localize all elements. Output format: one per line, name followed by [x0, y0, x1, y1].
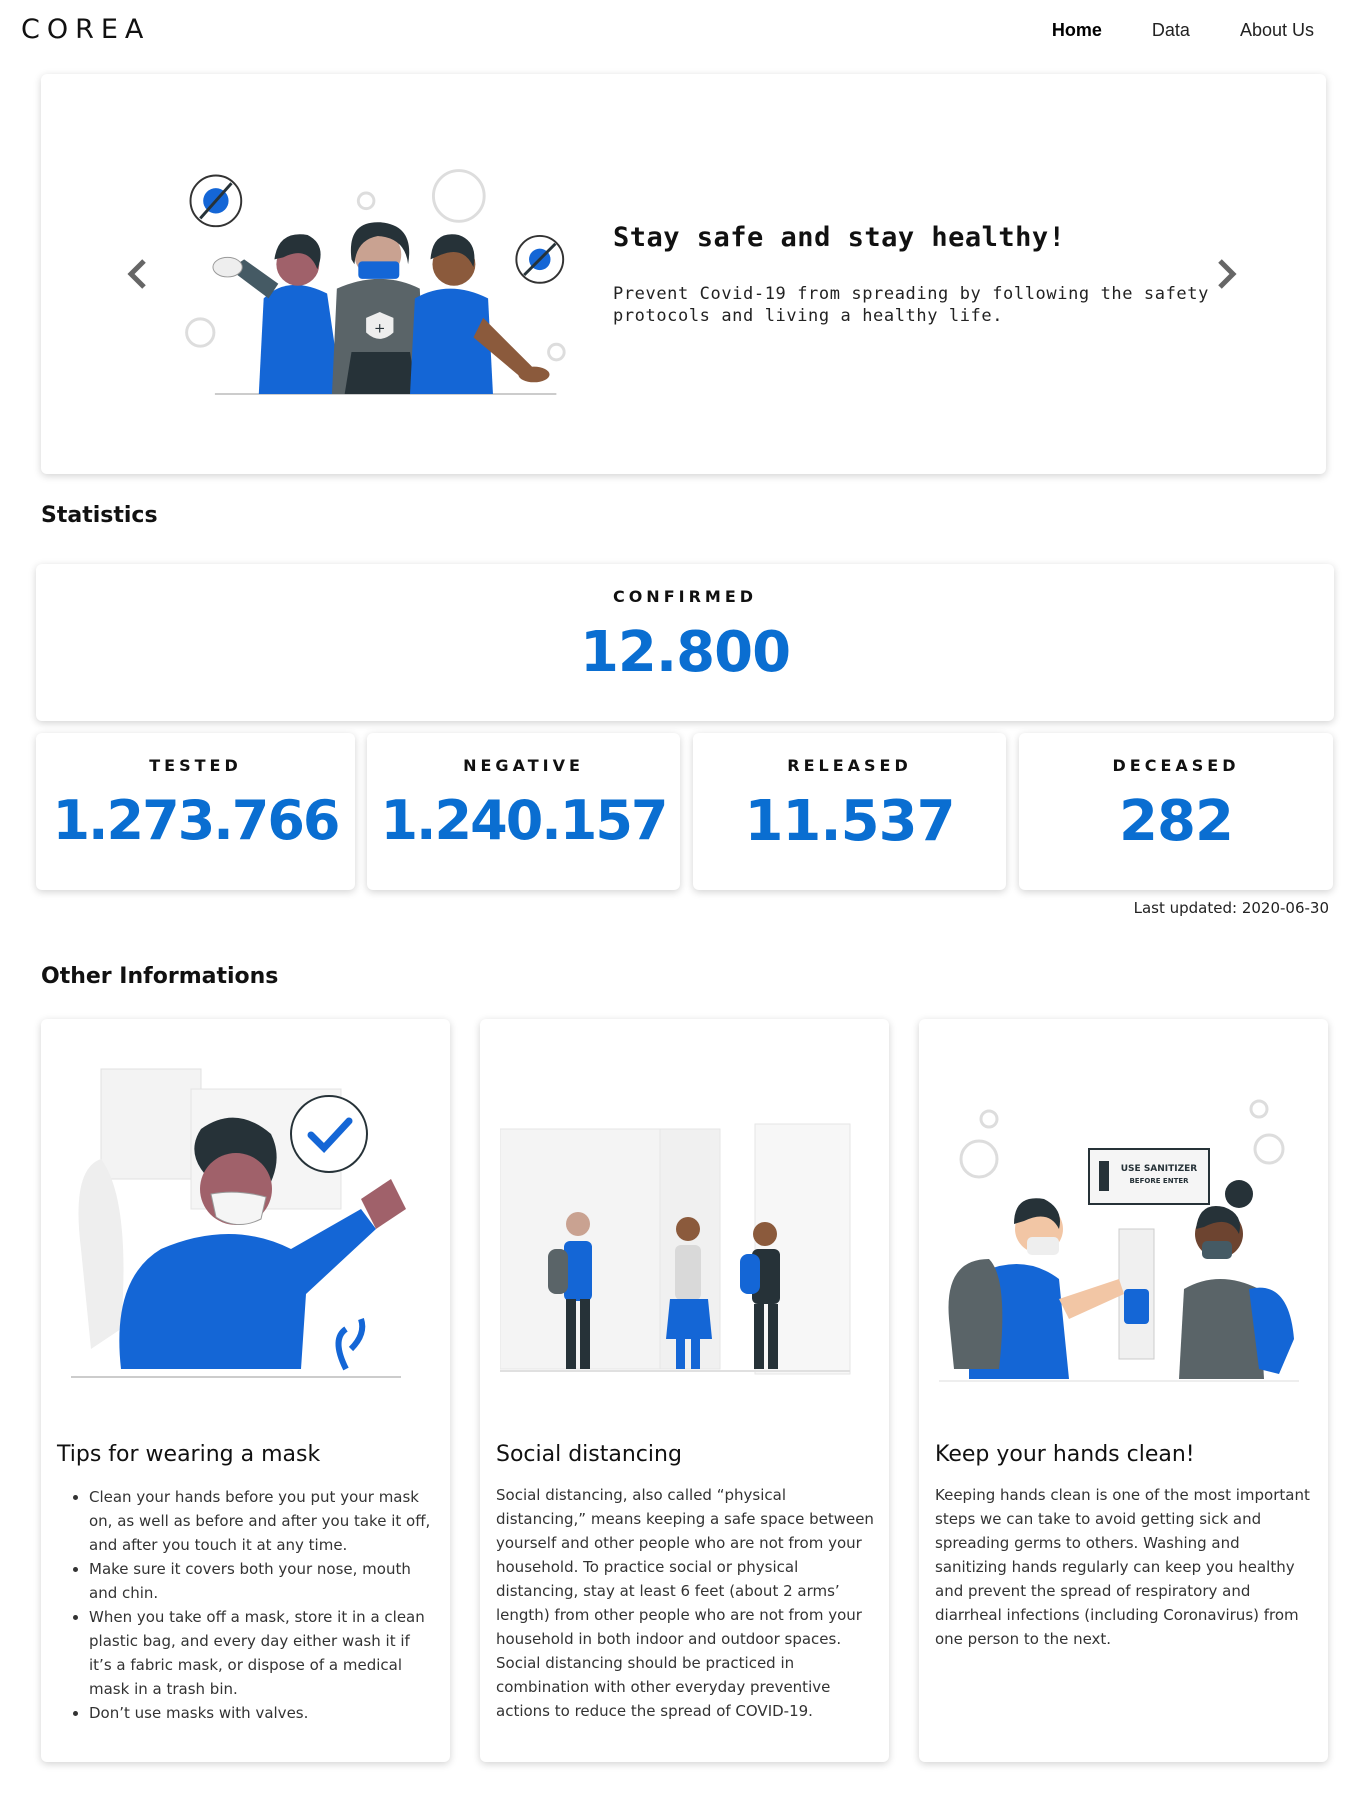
- site-logo[interactable]: COREA: [21, 14, 150, 45]
- tested-label: TESTED: [149, 756, 242, 775]
- deceased-label: DECEASED: [1112, 756, 1240, 775]
- negative-label: NEGATIVE: [463, 756, 584, 775]
- mask-tips-title: Tips for wearing a mask: [57, 1442, 321, 1467]
- site-header: COREA Home Data About Us: [0, 0, 1366, 62]
- released-card: RELEASED 11.537: [693, 733, 1006, 890]
- svg-text:+: +: [374, 321, 385, 337]
- social-distancing-card: Social distancing Social distancing, als…: [480, 1019, 889, 1762]
- hero-carousel: + Stay safe and stay healthy! Prevent Co…: [41, 74, 1326, 474]
- mask-tips-list: Clean your hands before you put your mas…: [73, 1485, 435, 1725]
- mask-illustration: [71, 1068, 406, 1378]
- other-info-heading: Other Informations: [41, 964, 279, 989]
- hand-hygiene-illustration: USE SANITIZER BEFORE ENTER: [939, 1099, 1299, 1382]
- hero-illustration: +: [185, 169, 566, 395]
- hero-title: Stay safe and stay healthy!: [613, 222, 1066, 253]
- mask-tips-card: Tips for wearing a mask Clean your hands…: [41, 1019, 450, 1762]
- deceased-card: DECEASED 282: [1019, 733, 1333, 890]
- social-distancing-text: Social distancing, also called “physical…: [496, 1486, 874, 1720]
- main-nav: Home Data About Us: [1052, 20, 1366, 41]
- confirmed-value: 12.800: [579, 620, 791, 685]
- carousel-next-icon[interactable]: [1216, 258, 1238, 290]
- tested-value: 1.273.766: [52, 789, 340, 852]
- list-item: Make sure it covers both your nose, mout…: [89, 1557, 435, 1605]
- hand-hygiene-title: Keep your hands clean!: [935, 1442, 1195, 1467]
- hand-hygiene-card: USE SANITIZER BEFORE ENTER Keep your hand…: [919, 1019, 1328, 1762]
- social-distancing-title: Social distancing: [496, 1442, 682, 1467]
- hero-text: Prevent Covid-19 from spreading by follo…: [613, 284, 1209, 326]
- carousel-prev-icon[interactable]: [126, 258, 148, 290]
- list-item: Don’t use masks with valves.: [89, 1701, 435, 1725]
- tested-card: TESTED 1.273.766: [36, 733, 355, 890]
- list-item: Clean your hands before you put your mas…: [89, 1485, 435, 1557]
- negative-value: 1.240.157: [380, 789, 668, 852]
- last-updated-text: Last updated: 2020-06-30: [1133, 899, 1329, 917]
- list-item: When you take off a mask, store it in a …: [89, 1605, 435, 1701]
- released-label: RELEASED: [787, 756, 912, 775]
- deceased-value: 282: [1119, 789, 1234, 854]
- nav-data[interactable]: Data: [1152, 20, 1190, 41]
- nav-home[interactable]: Home: [1052, 20, 1102, 41]
- released-value: 11.537: [744, 789, 955, 854]
- social-distancing-illustration: [500, 1123, 851, 1375]
- negative-card: NEGATIVE 1.240.157: [367, 733, 680, 890]
- statistics-heading: Statistics: [41, 503, 158, 528]
- hand-hygiene-text: Keeping hands clean is one of the most i…: [935, 1486, 1310, 1648]
- confirmed-card: CONFIRMED 12.800: [36, 564, 1334, 721]
- nav-about-us[interactable]: About Us: [1240, 20, 1314, 41]
- confirmed-label: CONFIRMED: [612, 587, 758, 606]
